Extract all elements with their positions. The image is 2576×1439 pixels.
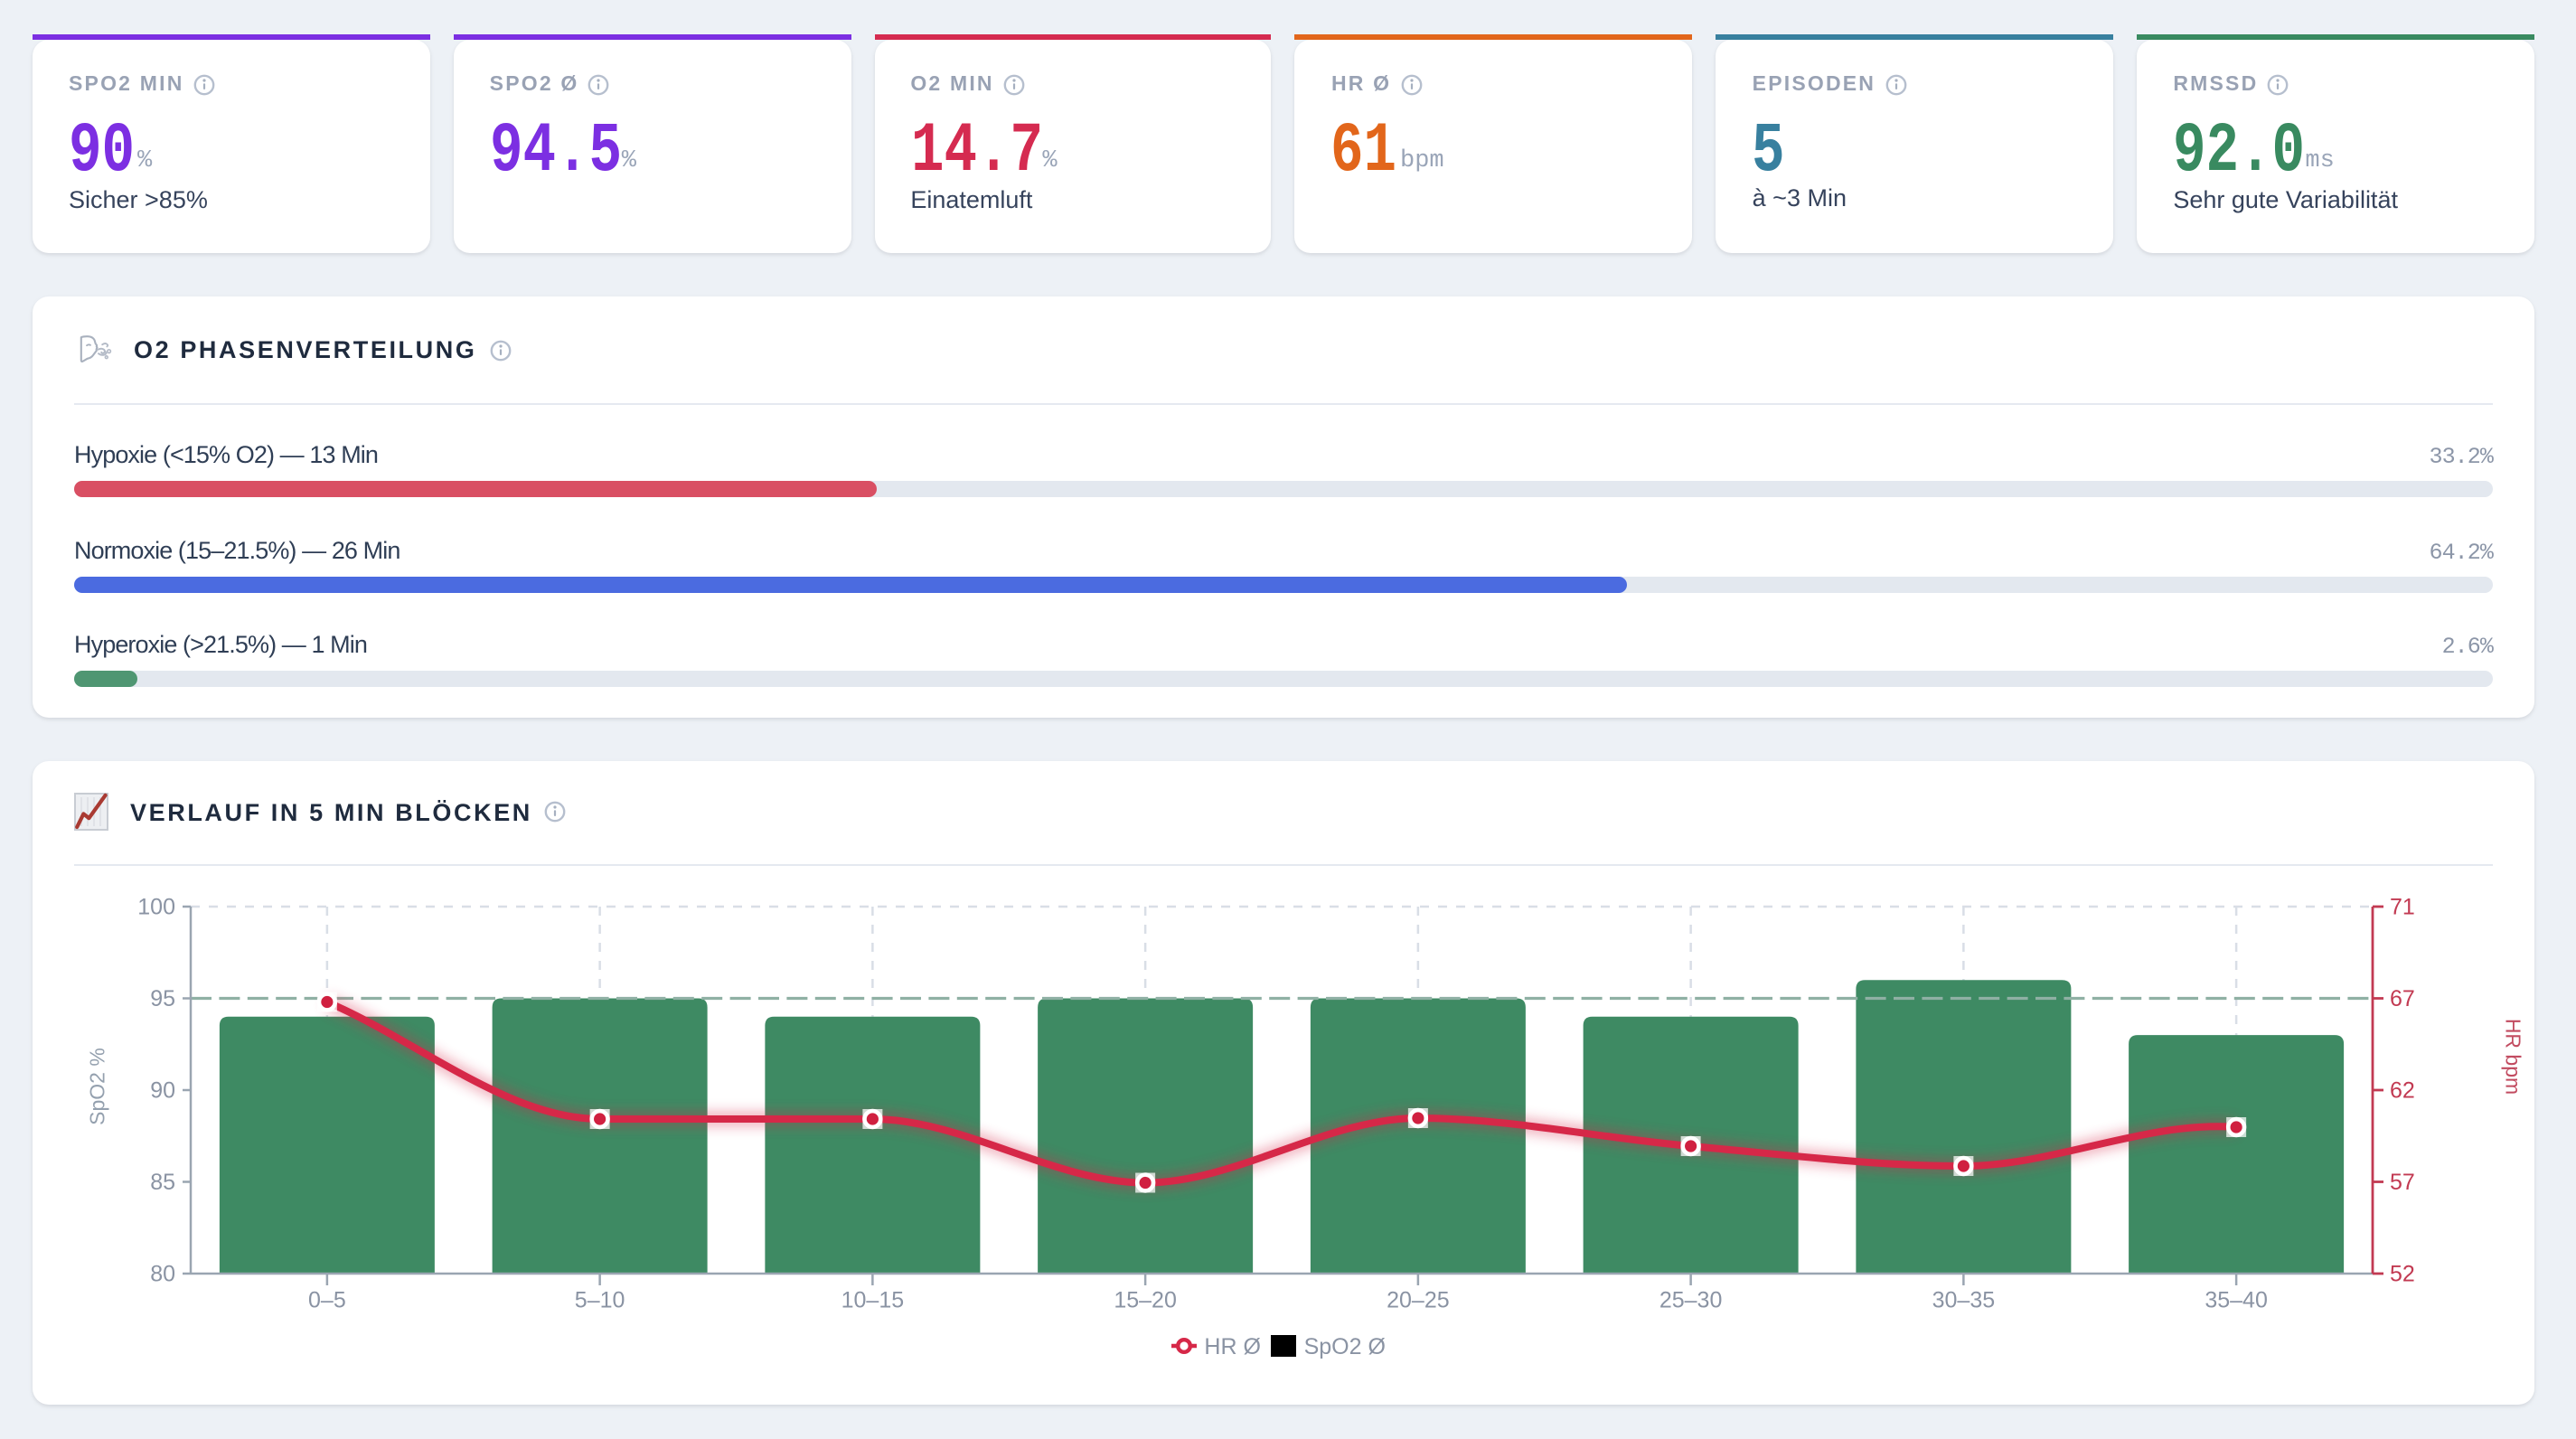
svg-text:67: 67	[2390, 985, 2415, 1011]
svg-text:HR Ø: HR Ø	[1204, 1333, 1261, 1359]
svg-text:15–20: 15–20	[1114, 1286, 1177, 1312]
svg-text:35–40: 35–40	[2205, 1286, 2268, 1312]
svg-text:HR bpm: HR bpm	[2501, 1018, 2524, 1094]
svg-text:85: 85	[150, 1169, 175, 1194]
svg-text:0–5: 0–5	[308, 1286, 346, 1312]
svg-text:62: 62	[2390, 1077, 2415, 1102]
svg-text:100: 100	[137, 893, 175, 918]
svg-text:95: 95	[150, 985, 175, 1011]
svg-text:52: 52	[2390, 1260, 2415, 1285]
svg-text:71: 71	[2390, 893, 2415, 918]
svg-text:10–15: 10–15	[841, 1286, 905, 1312]
svg-text:90: 90	[150, 1077, 175, 1102]
svg-text:25–30: 25–30	[1659, 1286, 1723, 1312]
svg-text:57: 57	[2390, 1169, 2415, 1194]
svg-text:SpO2 %: SpO2 %	[85, 1047, 108, 1124]
svg-text:80: 80	[150, 1260, 175, 1285]
svg-text:20–25: 20–25	[1387, 1286, 1450, 1312]
svg-text:30–35: 30–35	[1932, 1286, 1996, 1312]
svg-text:SpO2 Ø: SpO2 Ø	[1304, 1333, 1386, 1359]
svg-text:5–10: 5–10	[575, 1286, 625, 1312]
